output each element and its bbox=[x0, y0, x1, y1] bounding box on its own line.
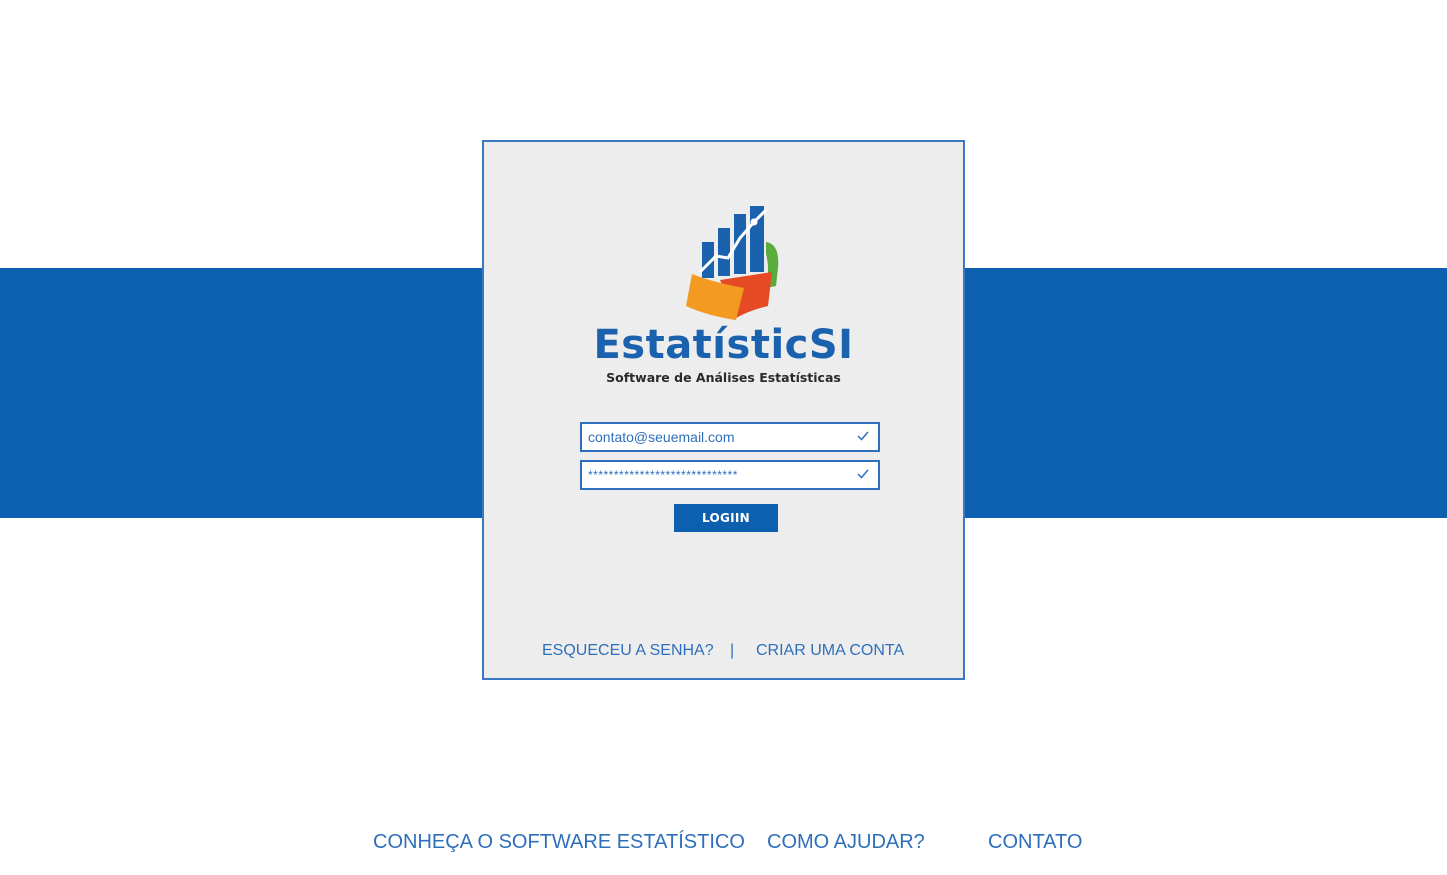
footer-nav: CONHEÇA O SOFTWARE ESTATÍSTICO COMO AJUD… bbox=[0, 831, 1447, 857]
nav-item-software[interactable]: CONHEÇA O SOFTWARE ESTATÍSTICO bbox=[373, 831, 745, 854]
nav-item-contact[interactable]: CONTATO bbox=[988, 831, 1082, 854]
login-card: EstatísticSI Software de Análises Estatí… bbox=[482, 140, 965, 680]
email-input[interactable] bbox=[582, 424, 848, 450]
card-links: ESQUECEU A SENHA? | CRIAR UMA CONTA bbox=[484, 642, 963, 664]
link-separator: | bbox=[730, 642, 735, 659]
brand-tagline: Software de Análises Estatísticas bbox=[606, 370, 841, 385]
password-input[interactable] bbox=[582, 462, 848, 488]
password-field[interactable] bbox=[580, 460, 880, 490]
chart-logo-icon bbox=[686, 206, 779, 320]
nav-item-help[interactable]: COMO AJUDAR? bbox=[767, 831, 925, 854]
forgot-password-link[interactable]: ESQUECEU A SENHA? bbox=[542, 642, 714, 660]
email-field[interactable] bbox=[580, 422, 880, 452]
login-button[interactable]: LOGIIN bbox=[674, 504, 778, 532]
check-icon bbox=[857, 469, 869, 479]
create-account-link[interactable]: CRIAR UMA CONTA bbox=[756, 642, 904, 660]
brand-name: EstatísticSI bbox=[593, 322, 854, 368]
check-icon bbox=[857, 431, 869, 441]
